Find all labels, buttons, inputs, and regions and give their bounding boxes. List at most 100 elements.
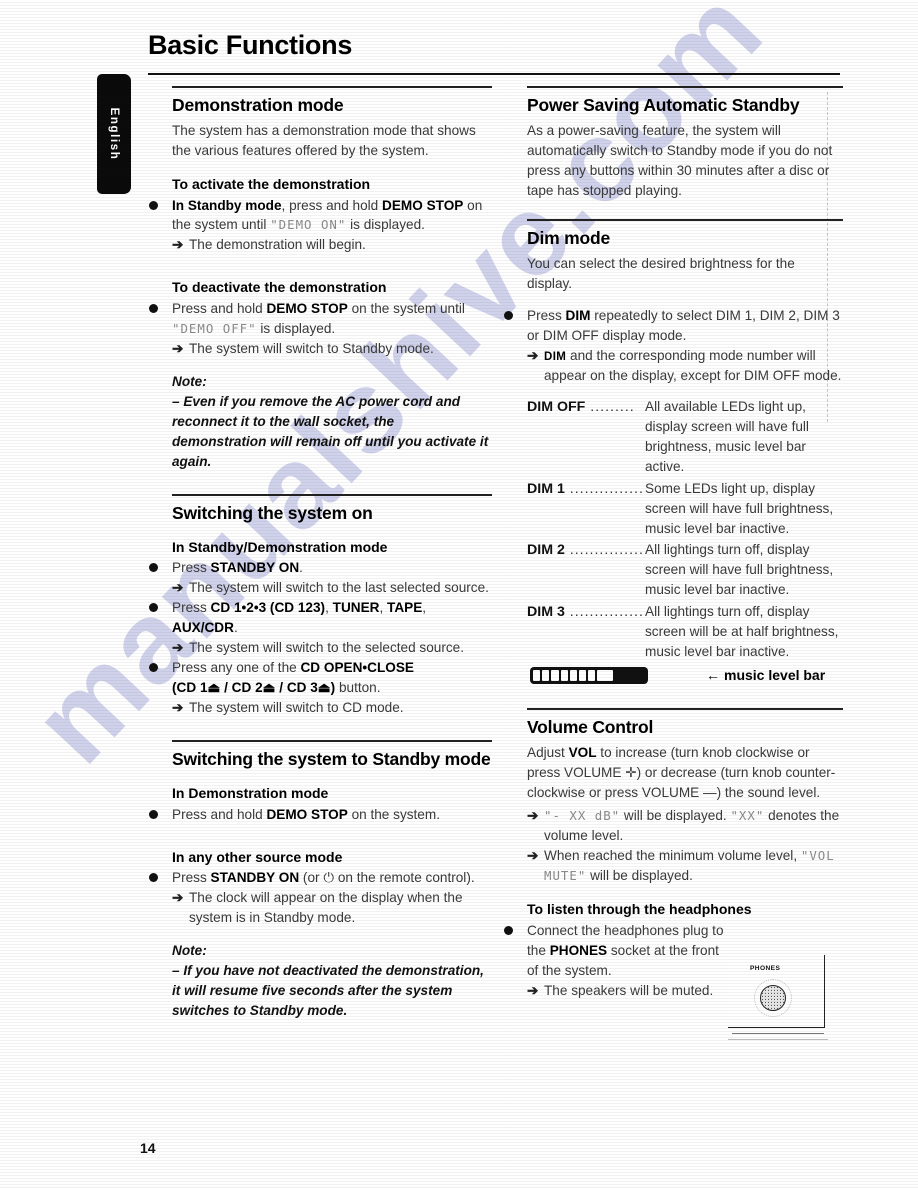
leader-dots: ......... (585, 398, 635, 415)
bullet-dot-icon (149, 603, 158, 613)
result-text: The demonstration will begin. (189, 237, 366, 253)
deactivate-step: Press and hold DEMO STOP on the system u… (172, 299, 492, 339)
step-text: Press and hold (172, 806, 267, 822)
sep-1: , (325, 600, 333, 616)
result-text: The system will switch to the selected s… (189, 640, 465, 656)
bullet-dot-icon (149, 809, 158, 819)
bullet-dot-icon (149, 873, 158, 883)
result-text-1: will be displayed. (620, 808, 731, 824)
volume-result-1: ➔ "- XX dB" will be displayed. "XX" denot… (527, 806, 843, 846)
step-text: Press (172, 600, 211, 616)
display-readout-xx: "XX" (730, 808, 765, 824)
activate-step: In Standby mode, press and hold DEMO STO… (172, 196, 492, 236)
arrow-icon: ➔ (172, 340, 184, 356)
list-item: In Standby mode, press and hold DEMO STO… (149, 196, 492, 256)
press-standby-remote-result: ➔ The clock will appear on the display wh… (172, 888, 492, 928)
sep-4: . (233, 620, 238, 636)
bar-segment (588, 669, 596, 681)
section-divider (527, 86, 843, 88)
step-text: Press (172, 870, 211, 886)
section-heading: Switching the system to Standby mode (172, 749, 491, 770)
note-text: – Even if you remove the AC power cord a… (172, 393, 489, 469)
dim-value: All lightings turn off, display screen w… (645, 604, 839, 660)
arrow-icon: ➔ (172, 580, 184, 596)
manual-page: manualshive.com English Basic Functions … (0, 0, 918, 1188)
power-saving-text: As a power-saving feature, the system wi… (527, 123, 833, 198)
arrow-icon: ➔ (172, 237, 184, 253)
list-item: Press any one of the CD OPEN•CLOSE (CD 1⏏… (149, 658, 492, 718)
bar-segment (551, 669, 559, 681)
music-level-bar-figure: ← music level bar (530, 660, 840, 690)
connect-headphones-result: ➔ The speakers will be muted. (527, 981, 754, 1001)
section-switching-to-standby: Switching the system to Standby mode In … (149, 740, 492, 1021)
arrow-icon: ➔ (527, 982, 539, 998)
result-text: The speakers will be muted. (544, 982, 714, 998)
dim-value: All lightings turn off, display screen w… (645, 542, 834, 598)
step-text-3: on the remote control). (334, 870, 475, 886)
leader-dots: ............... (564, 604, 644, 621)
dim-key: DIM OFF ......... (527, 397, 645, 477)
list-item: Press CD 1•2•3 (CD 123), TUNER, TAPE, AU… (149, 598, 492, 658)
arrow-icon: ➔ (172, 640, 184, 656)
subheading-in-demo-mode: In Demonstration mode (172, 785, 329, 802)
dim-key: DIM 1 ............... (527, 479, 645, 539)
dim-key-label: DIM 2 (527, 542, 565, 559)
arrow-icon: ➔ (527, 848, 539, 864)
press-open-close-result: ➔ The system will switch to CD mode. (172, 698, 492, 718)
display-indicator-dim: DIM (544, 350, 567, 363)
bullet-dot-icon (149, 304, 158, 313)
result-text: The clock will appear on the display whe… (189, 890, 463, 926)
list-item: Press and hold DEMO STOP on the system. (149, 805, 492, 825)
section-divider (527, 708, 843, 711)
phones-socket-illustration: PHONES (728, 955, 838, 1043)
socket-phones: PHONES (549, 942, 608, 958)
arrow-icon: ➔ (527, 808, 539, 824)
table-row: DIM OFF ......... All available LEDs lig… (527, 397, 843, 477)
arrow-icon: ➔ (172, 700, 184, 716)
music-level-bar-graphic (530, 666, 648, 684)
arrow-icon: ➔ (527, 347, 539, 363)
bar-segment (578, 669, 587, 681)
display-readout-demo-on: "DEMO ON" (270, 217, 347, 233)
volume-control-text: Adjust VOL to increase (turn knob clockw… (527, 743, 843, 803)
panel-edge-line-2 (728, 1039, 828, 1040)
subheading-activate: To activate the demonstration (172, 175, 371, 192)
button-demo-stop: DEMO STOP (266, 301, 348, 316)
list-item: Press DIM repeatedly to select DIM 1, DI… (504, 306, 843, 386)
subheading-deactivate: To deactivate the demonstration (172, 279, 387, 296)
language-tab-english: English (97, 74, 131, 194)
section-demonstration-mode: Demonstration mode The system has a demo… (149, 86, 492, 472)
step-bold-standby: In Standby mode (172, 197, 282, 213)
leader-dots: ............... (564, 542, 644, 559)
button-standby-on: STANDBY ON (210, 870, 300, 886)
dim-value: All available LEDs light up, display scr… (645, 398, 809, 474)
section-power-saving: Power Saving Automatic Standby As a powe… (527, 86, 843, 201)
bullet-dot-icon (149, 663, 158, 673)
page-number: 14 (140, 1140, 156, 1156)
bullet-dot-icon (504, 925, 513, 935)
button-cd-123: CD 1•2•3 (CD 123) (210, 600, 326, 616)
note-label: Note: (172, 373, 207, 389)
step-text-2: button. (335, 680, 381, 696)
bar-segment-wide (597, 669, 614, 681)
press-source-result: ➔ The system will switch to the selected … (172, 638, 492, 658)
panel-edge-line (732, 1033, 824, 1034)
press-standby-on-step: Press STANDBY ON. (172, 558, 492, 578)
section-heading: Demonstration mode (172, 95, 344, 115)
section-heading: Switching the system on (172, 502, 373, 523)
display-readout-demo-off: "DEMO OFF" (172, 320, 257, 336)
button-cd-eject-group: (CD 1⏏ / CD 2⏏ / CD 3⏏) (172, 680, 336, 696)
section-divider (172, 86, 492, 88)
note-text: – If you have not deactivated the demons… (172, 963, 484, 1019)
list-item: Press STANDBY ON (or ⏻ on the remote con… (149, 868, 492, 928)
press-dim-step: Press DIM repeatedly to select DIM 1, DI… (527, 306, 843, 346)
step-text: Press (172, 560, 211, 576)
bar-segment (533, 669, 541, 681)
note-label: Note: (172, 943, 207, 959)
step-text-2: . (299, 560, 303, 576)
hold-demo-stop-step: Press and hold DEMO STOP on the system. (172, 805, 492, 825)
